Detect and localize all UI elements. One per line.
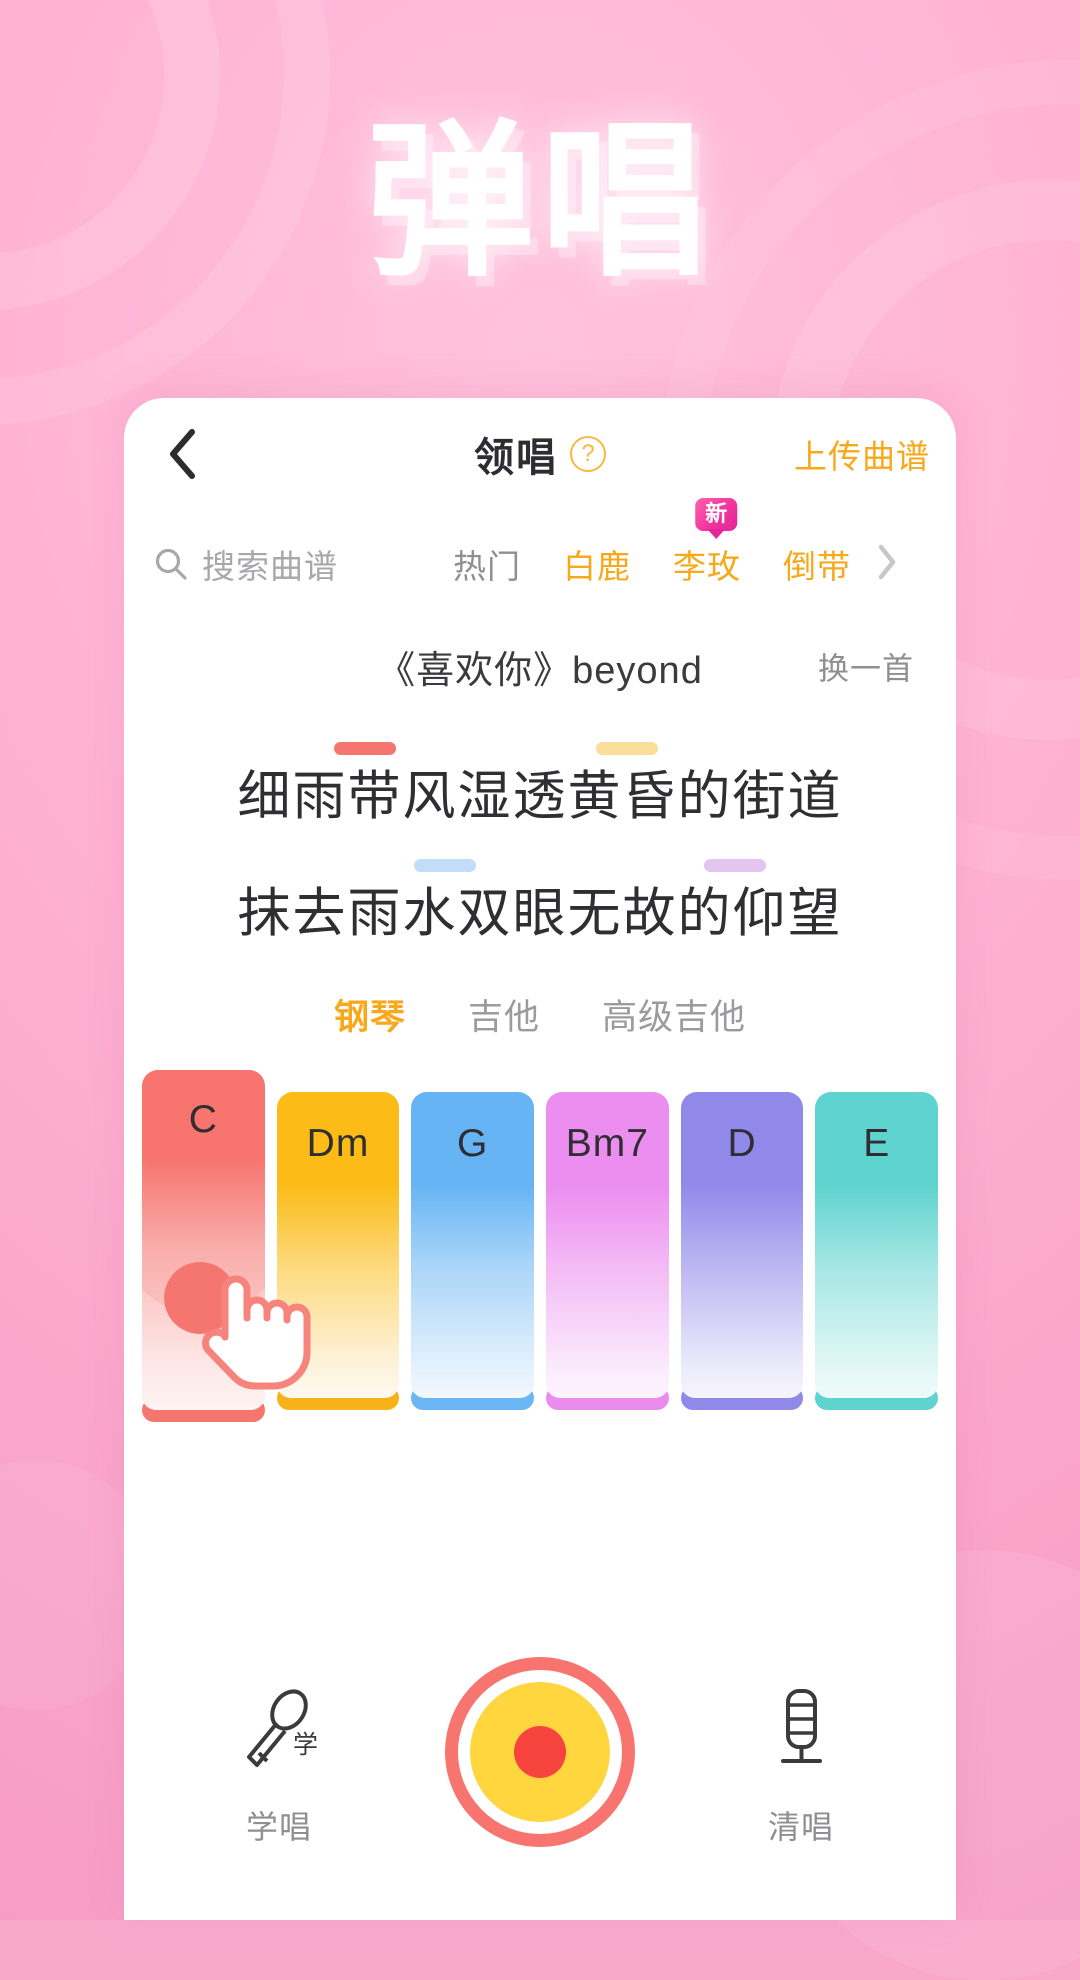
help-icon[interactable]: ? <box>570 436 606 472</box>
lyric-text: 细雨带风湿透黄昏的街道 <box>237 767 843 826</box>
chord-key-e[interactable]: E <box>815 1092 939 1411</box>
tag-label-1: 白鹿 <box>563 548 631 585</box>
chord-mark <box>596 742 658 755</box>
lyric-text: 抹去雨水双眼无故的仰望 <box>237 883 843 943</box>
search-box[interactable]: 搜索曲谱 <box>154 540 408 588</box>
tag-item-2[interactable]: 新 李玫 <box>652 498 762 588</box>
hero-title: 弹唱 <box>366 108 714 296</box>
chord-mark <box>704 858 766 872</box>
chord-key-c[interactable]: C <box>142 1070 311 1423</box>
mic-learn-icon: 学 <box>233 1683 325 1780</box>
record-button[interactable] <box>445 1657 635 1847</box>
svg-text:学: 学 <box>293 1731 318 1759</box>
lyric-line-1[interactable]: 抹去雨水双眼无故的仰望 <box>124 858 956 946</box>
acapella-label: 清唱 <box>767 1808 834 1845</box>
hand-pointer-icon <box>194 1266 314 1394</box>
tag-label-2: 李玫 <box>673 548 741 585</box>
learn-sing-label: 学唱 <box>245 1808 312 1845</box>
chord-marks-1 <box>124 858 956 873</box>
record-inner-circle <box>470 1682 610 1822</box>
page-title: 领唱 <box>474 436 558 480</box>
tags-more-button[interactable] <box>876 543 898 586</box>
lyric-line-0[interactable]: 细雨带风湿透黄昏的街道 <box>124 742 956 829</box>
chord-key-label: Bm7 <box>565 1122 649 1166</box>
chord-key-label: G <box>457 1122 489 1166</box>
tab-piano[interactable]: 钢琴 <box>334 989 406 1040</box>
acapella-button[interactable]: 清唱 <box>716 1683 886 1848</box>
lyrics-panel: 细雨带风湿透黄昏的街道 抹去雨水双眼无故的仰望 <box>124 714 956 945</box>
tag-label-3: 倒带 <box>783 548 851 585</box>
search-icon <box>154 547 188 581</box>
chord-marks-0 <box>124 742 956 756</box>
tab-guitar[interactable]: 吉他 <box>468 989 540 1040</box>
chord-key-d[interactable]: D <box>680 1092 804 1411</box>
tag-label-0: 热门 <box>453 548 521 585</box>
chord-key-bm7[interactable]: Bm7 <box>546 1092 669 1411</box>
chord-mark <box>414 858 476 872</box>
bottom-control-bar: 学 学唱 清唱 <box>124 1630 956 1920</box>
search-and-tags-row: 搜索曲谱 热门 白鹿 新 李玫 倒带 <box>124 498 956 618</box>
chord-key-label: D <box>727 1122 757 1166</box>
chord-mark <box>334 742 396 755</box>
chord-key-label: E <box>863 1122 891 1166</box>
change-song-button[interactable]: 换一首 <box>818 644 914 689</box>
chord-key-label: Dm <box>306 1122 370 1166</box>
tag-item-3[interactable]: 倒带 <box>762 540 872 588</box>
chevron-right-icon <box>876 543 898 586</box>
chord-key-label: C <box>188 1098 218 1142</box>
search-input[interactable]: 搜索曲谱 <box>202 540 338 588</box>
instrument-tabs: 钢琴 吉他 高级吉他 <box>124 989 956 1040</box>
learn-sing-button[interactable]: 学 学唱 <box>194 1683 364 1848</box>
tag-item-0[interactable]: 热门 <box>432 540 542 588</box>
navigation-bar: 领唱 ? 上传曲谱 <box>124 398 956 510</box>
studio-mic-icon <box>755 1683 847 1780</box>
tab-advanced-guitar[interactable]: 高级吉他 <box>602 989 746 1040</box>
tag-badge-2: 新 <box>695 498 738 531</box>
song-row: 《喜欢你》beyond 换一首 <box>124 618 956 714</box>
phone-screen-card: 领唱 ? 上传曲谱 搜索曲谱 热门 白鹿 新 李玫 倒带 《喜欢你》beyond… <box>124 398 956 1920</box>
tag-list: 热门 白鹿 新 李玫 倒带 <box>432 498 932 588</box>
upload-score-button[interactable]: 上传曲谱 <box>794 398 930 510</box>
tag-item-1[interactable]: 白鹿 <box>542 540 652 588</box>
song-title: 《喜欢你》beyond <box>377 649 703 692</box>
chord-keyboard: C Dm G Bm7 D E <box>124 1070 956 1423</box>
record-center-dot <box>514 1726 566 1778</box>
chord-key-g[interactable]: G <box>411 1092 535 1411</box>
